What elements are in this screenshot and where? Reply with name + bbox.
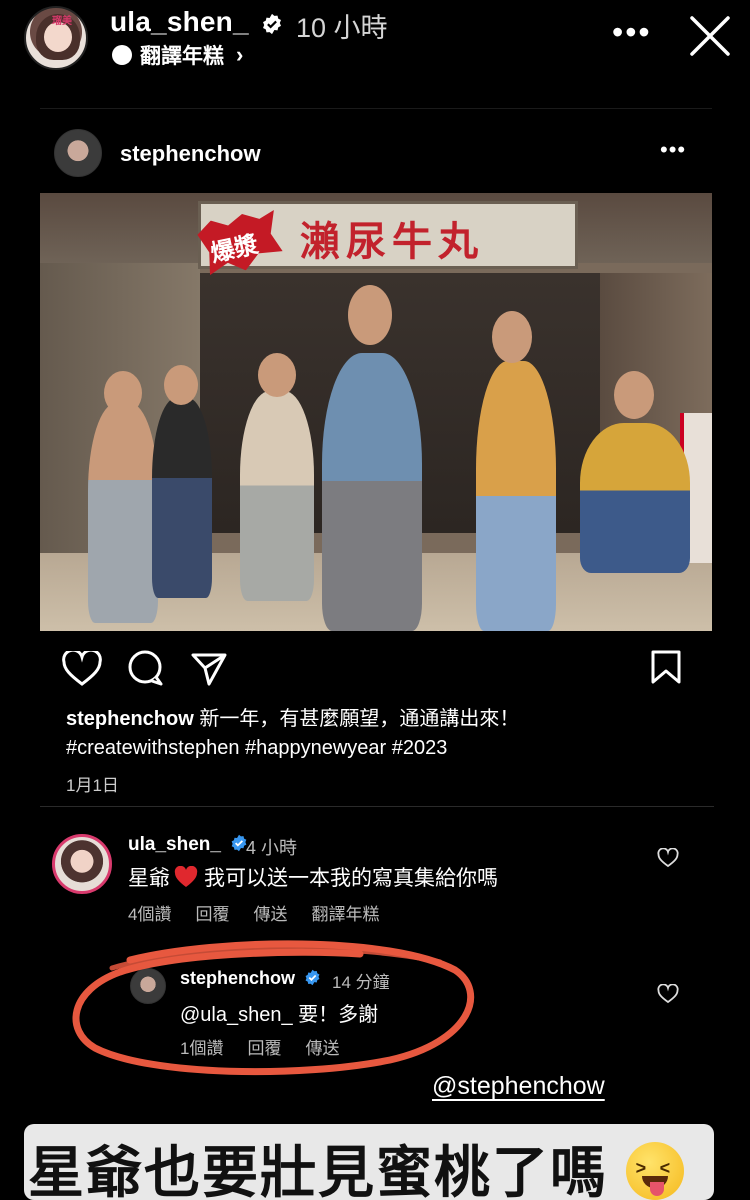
hand-drawn-circle	[72, 940, 475, 1076]
story-header: 瑠美 ula_shen_ 10 小時 翻譯年糕 › •••	[0, 0, 750, 80]
photo-person	[322, 353, 422, 631]
photo-head	[348, 285, 392, 345]
photo-person	[88, 403, 158, 623]
photo-sign-text: 瀨尿牛丸	[300, 218, 484, 265]
caption-hashtags[interactable]: #createwithstephen #happynewyear #2023	[66, 737, 447, 759]
translate-label: 翻譯年糕	[140, 45, 224, 68]
comment-reply-button[interactable]: 回覆	[195, 900, 229, 925]
post-avatar[interactable]	[54, 129, 102, 177]
caption-username[interactable]: stephenchow	[66, 708, 194, 730]
photo-head	[614, 371, 654, 419]
photo-person	[152, 398, 212, 598]
avatar-tag: 瑠美	[52, 16, 72, 27]
mention-sticker[interactable]: @stephenchow	[432, 1072, 605, 1101]
comment-meta: 4個讚 回覆 傳送 翻譯年糕	[128, 900, 379, 925]
photo-person	[240, 391, 314, 601]
photo-head	[104, 371, 142, 415]
photo-head	[492, 311, 532, 363]
squinting-tongue-emoji-icon: > <	[625, 1142, 684, 1200]
comment-avatar[interactable]	[52, 834, 112, 894]
post-more-icon[interactable]: •••	[660, 137, 686, 163]
photo-person	[580, 423, 690, 573]
like-heart-icon[interactable]	[62, 651, 102, 687]
more-options-icon[interactable]: •••	[612, 16, 652, 48]
comment-send-button[interactable]: 傳送	[253, 900, 287, 925]
caption-text: 新一年，有甚麼願望，通通講出來！	[193, 708, 520, 730]
share-icon[interactable]	[190, 651, 228, 687]
comment-translate-button[interactable]: 翻譯年糕	[311, 900, 379, 925]
post-date: 1月1日	[66, 776, 119, 795]
close-icon[interactable]	[688, 14, 732, 58]
red-heart-icon	[174, 866, 198, 887]
text-banner: 星爺也要壯見蜜桃了嗎 > <	[28, 1128, 684, 1200]
verified-badge-icon	[262, 13, 281, 34]
shared-post[interactable]: stephenchow ••• 爆漿 瀨尿牛丸 stephenchow 新一年，…	[40, 108, 712, 808]
photo-head	[258, 353, 296, 397]
comment-likes[interactable]: 4個讚	[128, 900, 171, 925]
translate-icon	[112, 45, 132, 65]
chevron-right-icon: ›	[236, 42, 244, 67]
story-username[interactable]: ula_shen_	[110, 6, 283, 38]
post-caption: stephenchow 新一年，有甚麼願望，通通講出來！ #createwith…	[66, 705, 706, 763]
post-actions	[40, 647, 712, 687]
reply-like-heart-icon[interactable]	[657, 984, 679, 1004]
photo-head	[164, 365, 198, 405]
comment-time: 4 小時	[246, 838, 298, 858]
post-photo: 爆漿 瀨尿牛丸	[40, 193, 712, 631]
save-bookmark-icon[interactable]	[650, 649, 682, 685]
divider	[40, 806, 714, 807]
comment-text: 星爺 我可以送一本我的寫真集給你嗎	[128, 862, 498, 892]
comment-text-before: 星爺	[128, 867, 170, 890]
photo-person	[476, 361, 556, 631]
banner-text: 星爺也要壯見蜜桃了嗎	[28, 1141, 608, 1200]
post-username[interactable]: stephenchow	[120, 141, 261, 167]
comment-icon[interactable]	[126, 649, 164, 687]
comment-text-after: 我可以送一本我的寫真集給你嗎	[204, 867, 498, 890]
comment-username-text: ula_shen_	[128, 834, 221, 855]
translate-link[interactable]: 翻譯年糕 ›	[112, 40, 243, 70]
story-time: 10 小時	[296, 13, 388, 43]
story-avatar[interactable]: 瑠美	[24, 6, 88, 70]
comment-like-heart-icon[interactable]	[657, 848, 679, 868]
comment-username[interactable]: ula_shen_	[128, 834, 248, 856]
story-username-text: ula_shen_	[110, 6, 249, 37]
